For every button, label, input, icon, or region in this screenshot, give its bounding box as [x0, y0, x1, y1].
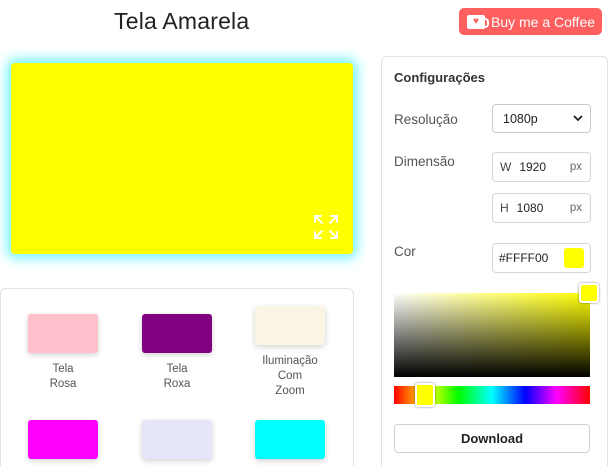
color-preview-screen[interactable] [11, 63, 353, 254]
width-value: 1920 [519, 160, 547, 174]
preset-label-zoom-lighting: Iluminação Com Zoom [262, 355, 318, 397]
coffee-cup-icon: ♥ [467, 14, 489, 29]
hex-value: #FFFF00 [499, 251, 549, 265]
height-value: 1080 [516, 201, 544, 215]
fullscreen-icon[interactable] [313, 214, 339, 240]
height-prefix: H [500, 201, 509, 215]
preset-swatch-zoom-lighting[interactable] [255, 306, 325, 345]
settings-title: Configurações [394, 70, 486, 85]
resolution-select[interactable]: 1080p [492, 104, 591, 133]
resolution-value: 1080p [503, 111, 538, 126]
coffee-button-label: Buy me a Coffee [491, 13, 596, 30]
preset-label-purple: Tela Roxa [163, 363, 191, 390]
color-label: Cor [394, 244, 416, 259]
height-field[interactable]: H 1080 px [492, 193, 591, 223]
hex-color-input[interactable]: #FFFF00 [492, 243, 591, 273]
width-unit: px [569, 161, 582, 173]
page-title: Tela Amarela [114, 8, 250, 34]
height-unit: px [569, 202, 582, 214]
preset-swatch-cyan[interactable] [255, 420, 325, 459]
width-prefix: W [500, 160, 512, 174]
preset-swatch-pink[interactable] [28, 314, 98, 353]
buy-me-a-coffee-button[interactable]: ♥ Buy me a Coffee [459, 8, 602, 35]
resolution-label: Resolução [394, 112, 458, 127]
preset-swatch-lavender[interactable] [142, 420, 212, 459]
color-chip [564, 248, 584, 268]
dimension-label: Dimensão [394, 154, 455, 169]
preset-swatch-magenta[interactable] [28, 420, 98, 459]
width-field[interactable]: W 1920 px [492, 152, 591, 182]
settings-panel: Configurações Resolução 1080p Dimensão W… [381, 56, 608, 466]
preset-swatch-purple[interactable] [142, 314, 212, 353]
hue-handle[interactable] [415, 383, 435, 407]
download-button[interactable]: Download [394, 424, 590, 453]
saturation-value-picker[interactable] [394, 293, 590, 377]
chevron-down-icon [573, 115, 583, 122]
page: Tela Amarela ♥ Buy me a Coffee Tela Rosa… [0, 0, 608, 466]
preset-label-pink: Tela Rosa [49, 363, 77, 390]
saturation-handle[interactable] [579, 283, 599, 303]
preset-colors-panel: Tela Rosa Tela Roxa Iluminação Com Zoom [0, 288, 354, 466]
